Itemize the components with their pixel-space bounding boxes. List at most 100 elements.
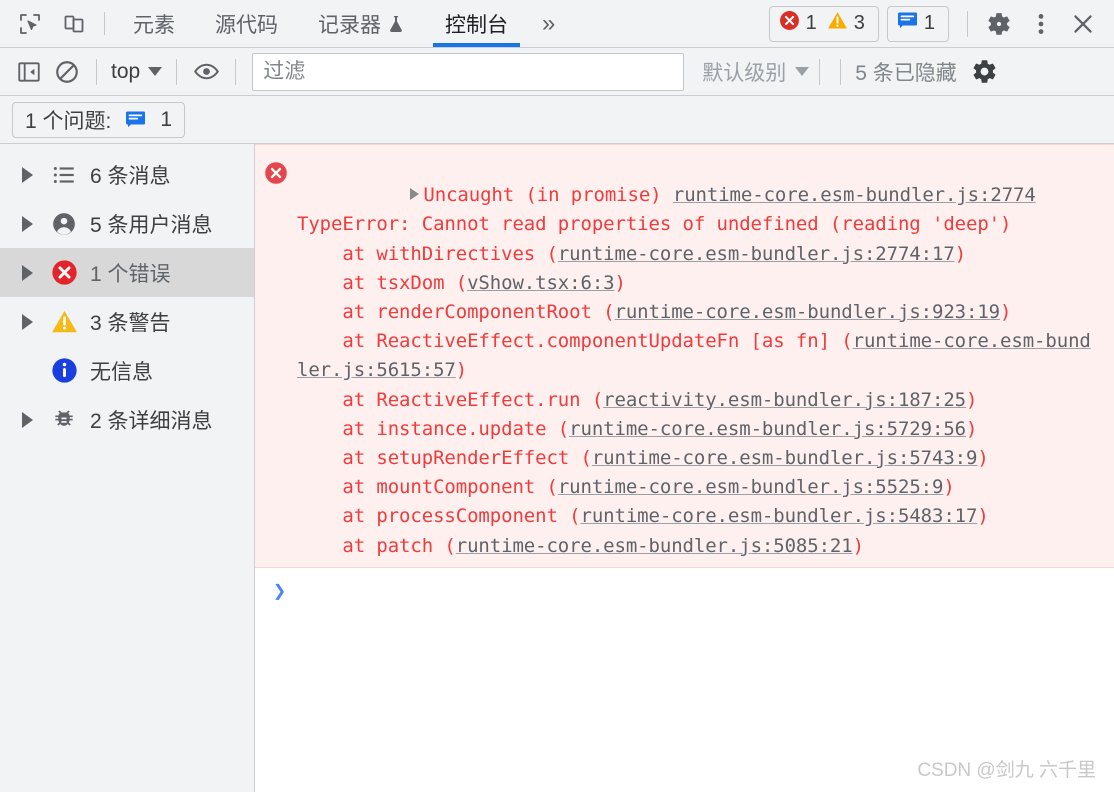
chevron-down-icon <box>148 67 163 76</box>
tab-label: 控制台 <box>445 13 508 37</box>
sidebar-item-verbose[interactable]: 2 条详细消息 <box>0 395 254 444</box>
log-level-selector[interactable]: 默认级别 <box>702 57 810 87</box>
clear-console-icon[interactable] <box>48 53 86 91</box>
tabbar-right-controls: 1 3 1 <box>768 0 1114 47</box>
stack-frame-fn: at ReactiveEffect.run ( <box>297 388 604 411</box>
tab-sources[interactable]: 源代码 <box>195 0 298 47</box>
issues-label: 1 个问题: <box>25 109 112 133</box>
sidebar-item-label: 5 条用户消息 <box>90 213 213 237</box>
stack-frame-tail: ) <box>614 271 626 294</box>
stack-frame-link[interactable]: runtime-core.esm-bundler.js:2774:17 <box>558 243 955 265</box>
console-prompt[interactable]: ❯ <box>255 567 1114 616</box>
expand-arrow-icon[interactable] <box>410 188 420 201</box>
stack-frame-fn: at setupRenderEffect ( <box>297 447 592 470</box>
stack-frame-tail: ) <box>943 476 955 499</box>
stack-frame-link[interactable]: reactivity.esm-bundler.js:187:25 <box>603 389 966 411</box>
stack-frame-link[interactable]: runtime-core.esm-bundler.js:5729:56 <box>569 418 966 440</box>
toolbar-divider <box>96 58 97 85</box>
kebab-menu-icon[interactable] <box>1020 3 1062 45</box>
console-messages-pane: Uncaught (in promise) runtime-core.esm-b… <box>255 144 1114 792</box>
stack-frame-tail: ) <box>966 417 978 440</box>
toolbar-divider <box>176 58 178 85</box>
expand-arrow-icon[interactable] <box>22 264 44 281</box>
tab-label: 元素 <box>133 13 175 37</box>
more-tabs-button[interactable]: » <box>528 0 569 47</box>
toolbar-divider <box>819 58 821 85</box>
error-source-link[interactable]: runtime-core.esm-bundler.js:2774 <box>673 184 1036 206</box>
error-icon <box>44 259 84 286</box>
stack-frame-link[interactable]: vShow.tsx:6:3 <box>467 272 615 294</box>
sidebar-item-user-messages[interactable]: 5 条用户消息 <box>0 199 254 248</box>
error-message: TypeError: Cannot read properties of und… <box>297 213 1012 236</box>
sidebar-item-label: 2 条详细消息 <box>90 409 213 433</box>
live-expression-icon[interactable] <box>187 53 225 91</box>
tab-label: 源代码 <box>215 13 278 37</box>
issues-icon <box>897 11 918 36</box>
expand-arrow-icon[interactable] <box>22 215 44 232</box>
toolbar-divider <box>104 12 105 35</box>
stack-frame-tail: ) <box>966 388 978 411</box>
sidebar-item-label: 无信息 <box>90 360 153 384</box>
close-icon[interactable] <box>1062 3 1104 45</box>
error-warning-counter[interactable]: 1 3 <box>768 5 879 42</box>
gear-icon[interactable] <box>978 3 1020 45</box>
sidebar-item-info[interactable]: 无信息 <box>0 346 254 395</box>
sidebar-item-label: 6 条消息 <box>90 164 171 188</box>
stack-frame-fn: at ReactiveEffect.componentUpdateFn [as … <box>297 330 853 353</box>
stack-frame-fn: at withDirectives ( <box>297 242 558 265</box>
chevron-down-icon <box>795 67 810 76</box>
stack-frame-tail: ) <box>954 242 967 265</box>
toolbar-divider <box>235 58 237 85</box>
error-icon <box>264 161 288 561</box>
execution-context-selector[interactable]: top <box>107 60 166 84</box>
devtools-window: 元素 源代码 记录器 控制台 » 1 3 1 top 过滤 默认级别 5 条已隐… <box>0 0 1114 792</box>
expand-arrow-icon[interactable] <box>22 411 44 428</box>
expand-arrow-icon[interactable] <box>22 166 44 183</box>
gear-icon[interactable] <box>971 58 998 85</box>
tab-recorder[interactable]: 记录器 <box>298 0 425 47</box>
issues-chip[interactable]: 1 个问题: 1 <box>12 101 186 138</box>
list-icon <box>44 162 84 188</box>
stack-frame-link[interactable]: runtime-core.esm-bundler.js:923:19 <box>615 301 1001 323</box>
show-console-sidebar-icon[interactable] <box>10 53 48 91</box>
watermark: CSDN @剑九 六千里 <box>917 760 1096 781</box>
issues-count: 1 <box>923 12 935 34</box>
cursor-select-icon[interactable] <box>8 0 52 47</box>
stack-frame-fn: at processComponent ( <box>297 505 581 528</box>
log-level-label: 默认级别 <box>702 61 787 85</box>
sidebar-item-messages[interactable]: 6 条消息 <box>0 150 254 199</box>
error-count: 1 <box>805 12 817 34</box>
warning-icon <box>827 10 848 37</box>
stack-frame-link[interactable]: runtime-core.esm-bundler.js:5525:9 <box>558 476 944 498</box>
sidebar-item-errors[interactable]: 1 个错误 <box>0 248 254 297</box>
error-icon <box>779 10 800 37</box>
console-body: 6 条消息 5 条用户消息 1 个错误 3 条警告 无信息 2 条详细消息 Un… <box>0 144 1114 792</box>
search-input[interactable] <box>252 52 685 91</box>
stack-frame-tail: ) <box>977 447 989 470</box>
warning-icon <box>44 308 84 335</box>
toolbar-divider <box>967 10 968 37</box>
warning-count: 3 <box>853 12 865 34</box>
stack-frame-tail: ) <box>1000 301 1012 324</box>
console-error-message[interactable]: Uncaught (in promise) runtime-core.esm-b… <box>255 144 1114 568</box>
issues-counter[interactable]: 1 <box>886 5 949 42</box>
tab-console[interactable]: 控制台 <box>425 0 528 47</box>
bug-icon <box>44 407 84 433</box>
error-text-body: Uncaught (in promise) runtime-core.esm-b… <box>297 152 1114 561</box>
device-toolbar-icon[interactable] <box>52 0 96 47</box>
devtools-tabbar: 元素 源代码 记录器 控制台 » 1 3 1 <box>0 0 1114 48</box>
tab-label: 记录器 <box>318 13 381 37</box>
prompt-arrow-icon: ❯ <box>273 579 287 605</box>
sidebar-item-warnings[interactable]: 3 条警告 <box>0 297 254 346</box>
flask-icon <box>387 14 405 34</box>
error-header: Uncaught (in promise) <box>423 184 673 207</box>
stack-frame-link[interactable]: runtime-core.esm-bundler.js:5743:9 <box>592 447 978 469</box>
tab-elements[interactable]: 元素 <box>113 0 195 47</box>
stack-frame-tail: ) <box>852 534 864 557</box>
stack-frame-tail: ) <box>977 505 989 528</box>
stack-frame-link[interactable]: runtime-core.esm-bundler.js:5085:21 <box>456 535 853 557</box>
expand-arrow-icon[interactable] <box>22 313 44 330</box>
stack-frame-link[interactable]: runtime-core.esm-bundler.js:5483:17 <box>580 505 977 527</box>
toolbar-divider <box>840 58 842 85</box>
stack-frame-fn: at patch ( <box>297 534 456 557</box>
